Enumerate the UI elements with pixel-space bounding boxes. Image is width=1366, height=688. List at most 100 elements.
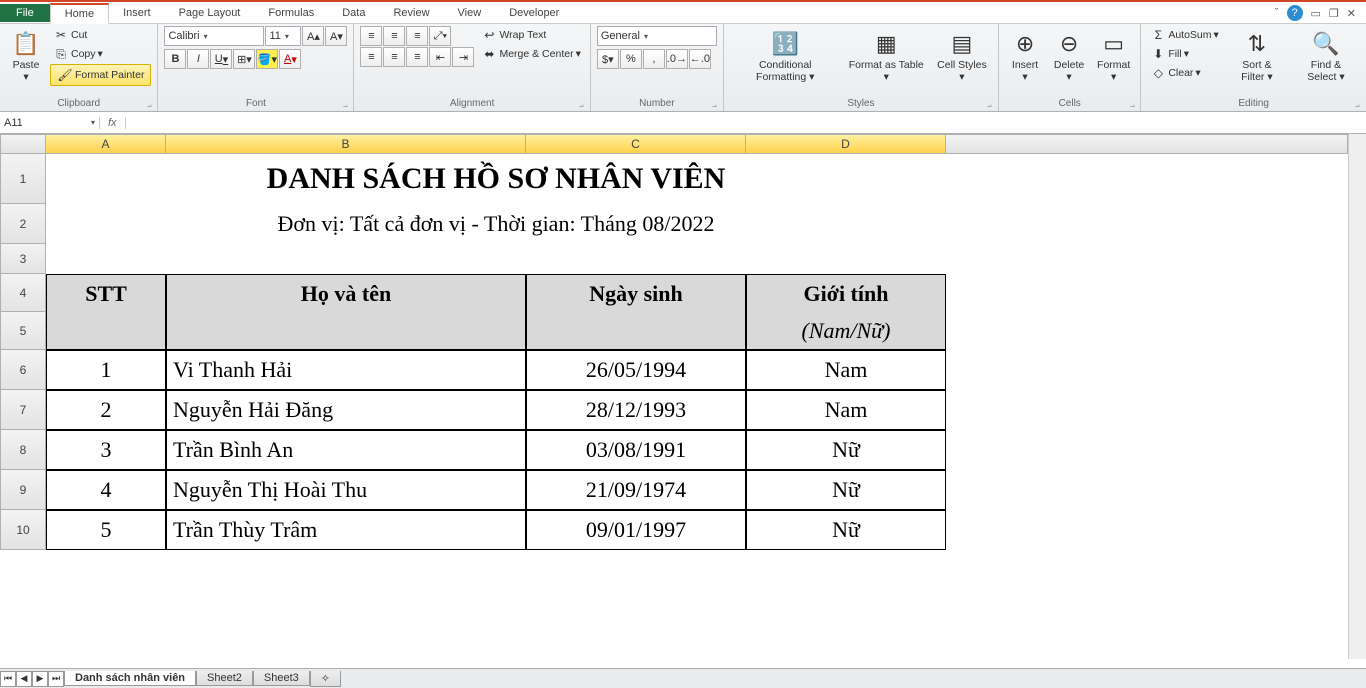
sheet-tab-2[interactable]: Sheet2	[196, 671, 253, 686]
vertical-scrollbar[interactable]	[1348, 134, 1366, 659]
close-icon[interactable]: ✕	[1347, 7, 1356, 20]
cell[interactable]	[526, 312, 746, 350]
sheet-nav-first[interactable]: ⏮	[0, 671, 16, 687]
row-header[interactable]: 5	[0, 312, 46, 350]
increase-decimal-button[interactable]: .0→	[666, 49, 688, 69]
tab-data[interactable]: Data	[328, 4, 379, 22]
row-header[interactable]: 8	[0, 430, 46, 470]
fill-button[interactable]: ⬇Fill ▾	[1147, 45, 1221, 63]
cell[interactable]	[166, 312, 526, 350]
row-header[interactable]: 9	[0, 470, 46, 510]
row-header[interactable]: 2	[0, 204, 46, 244]
cell[interactable]	[46, 312, 166, 350]
cell-gender[interactable]: Nam	[746, 390, 946, 430]
border-button[interactable]: ⊞▾	[233, 49, 255, 69]
wrap-text-button[interactable]: ↩Wrap Text	[478, 26, 583, 44]
sheet-nav-last[interactable]: ⏭	[48, 671, 64, 687]
number-format-select[interactable]: General▾	[597, 26, 717, 46]
find-select-button[interactable]: 🔍Find & Select ▾	[1292, 26, 1360, 85]
sheet-tab-active[interactable]: Danh sách nhân viên	[64, 671, 196, 686]
col-header-c[interactable]: C	[526, 134, 746, 154]
grow-font-button[interactable]: A▴	[302, 26, 324, 46]
select-all-corner[interactable]	[0, 134, 46, 154]
collapse-ribbon-icon[interactable]: ˇ	[1275, 7, 1279, 19]
cell-gender[interactable]: Nữ	[746, 430, 946, 470]
comma-button[interactable]: ,	[643, 49, 665, 69]
italic-button[interactable]: I	[187, 49, 209, 69]
fill-color-button[interactable]: 🪣▾	[256, 49, 278, 69]
col-header-a[interactable]: A	[46, 134, 166, 154]
header-gender-sub[interactable]: (Nam/Nữ)	[746, 312, 946, 350]
shrink-font-button[interactable]: A▾	[325, 26, 347, 46]
insert-cells-button[interactable]: ⊕Insert▾	[1005, 26, 1045, 85]
cell-name[interactable]: Nguyễn Hải Đăng	[166, 390, 526, 430]
sheet-tab-new[interactable]: ✧	[310, 671, 341, 687]
align-top-button[interactable]: ≡	[360, 26, 382, 46]
cell-name[interactable]: Nguyễn Thị Hoài Thu	[166, 470, 526, 510]
fx-icon[interactable]: fx	[100, 117, 126, 129]
align-bottom-button[interactable]: ≡	[406, 26, 428, 46]
header-gender[interactable]: Giới tính	[746, 274, 946, 312]
conditional-formatting-button[interactable]: 🔢Conditional Formatting ▾	[730, 26, 841, 85]
cell-dob[interactable]: 28/12/1993	[526, 390, 746, 430]
cell[interactable]	[46, 244, 166, 274]
format-painter-button[interactable]: 🖌Format Painter	[50, 64, 151, 86]
align-center-button[interactable]: ≡	[383, 47, 405, 67]
align-middle-button[interactable]: ≡	[383, 26, 405, 46]
cell-stt[interactable]: 5	[46, 510, 166, 550]
row-header[interactable]: 3	[0, 244, 46, 274]
cell-name[interactable]: Trần Bình An	[166, 430, 526, 470]
cell-dob[interactable]: 21/09/1974	[526, 470, 746, 510]
header-name[interactable]: Họ và tên	[166, 274, 526, 312]
row-header[interactable]: 4	[0, 274, 46, 312]
cell[interactable]	[526, 244, 746, 274]
tab-formulas[interactable]: Formulas	[254, 4, 328, 22]
cell-stt[interactable]: 2	[46, 390, 166, 430]
tab-insert[interactable]: Insert	[109, 4, 165, 22]
col-header-d[interactable]: D	[746, 134, 946, 154]
format-cells-button[interactable]: ▭Format▾	[1093, 26, 1134, 85]
clear-button[interactable]: ◇Clear ▾	[1147, 64, 1221, 82]
row-header[interactable]: 10	[0, 510, 46, 550]
increase-indent-button[interactable]: ⇥	[452, 47, 474, 67]
title-cell[interactable]: DANH SÁCH HỒ SƠ NHÂN VIÊN	[46, 154, 946, 204]
sheet-tab-3[interactable]: Sheet3	[253, 671, 310, 686]
cell-name[interactable]: Trần Thùy Trâm	[166, 510, 526, 550]
cell[interactable]	[746, 244, 946, 274]
align-left-button[interactable]: ≡	[360, 47, 382, 67]
tab-review[interactable]: Review	[379, 4, 443, 22]
col-header-rest[interactable]	[946, 134, 1348, 154]
subtitle-cell[interactable]: Đơn vị: Tất cả đơn vị - Thời gian: Tháng…	[46, 204, 946, 244]
cell-stt[interactable]: 4	[46, 470, 166, 510]
cut-button[interactable]: ✂Cut	[50, 26, 151, 44]
delete-cells-button[interactable]: ⊖Delete▾	[1049, 26, 1089, 85]
merge-center-button[interactable]: ⬌Merge & Center ▾	[478, 45, 583, 63]
percent-button[interactable]: %	[620, 49, 642, 69]
row-header[interactable]: 1	[0, 154, 46, 204]
cell-gender[interactable]: Nữ	[746, 470, 946, 510]
currency-button[interactable]: $▾	[597, 49, 619, 69]
help-icon[interactable]: ?	[1287, 5, 1303, 21]
orientation-button[interactable]: ⤢▾	[429, 26, 451, 46]
copy-button[interactable]: ⎘Copy ▾	[50, 45, 151, 63]
tab-home[interactable]: Home	[50, 3, 109, 24]
tab-file[interactable]: File	[0, 4, 50, 22]
font-size-select[interactable]: 11▾	[265, 26, 301, 46]
font-color-button[interactable]: A▾	[279, 49, 301, 69]
tab-view[interactable]: View	[444, 4, 496, 22]
row-header[interactable]: 7	[0, 390, 46, 430]
cell[interactable]	[166, 244, 526, 274]
cell-dob[interactable]: 03/08/1991	[526, 430, 746, 470]
name-box[interactable]: A11▾	[0, 117, 100, 129]
paste-button[interactable]: 📋 Paste▾	[6, 26, 46, 85]
format-as-table-button[interactable]: ▦Format as Table ▾	[845, 26, 928, 85]
tab-page-layout[interactable]: Page Layout	[165, 4, 255, 22]
minimize-icon[interactable]: ▭	[1311, 7, 1321, 20]
decrease-indent-button[interactable]: ⇤	[429, 47, 451, 67]
cell-gender[interactable]: Nữ	[746, 510, 946, 550]
bold-button[interactable]: B	[164, 49, 186, 69]
decrease-decimal-button[interactable]: ←.0	[689, 49, 711, 69]
underline-button[interactable]: U▾	[210, 49, 232, 69]
align-right-button[interactable]: ≡	[406, 47, 428, 67]
restore-icon[interactable]: ❐	[1329, 7, 1339, 20]
